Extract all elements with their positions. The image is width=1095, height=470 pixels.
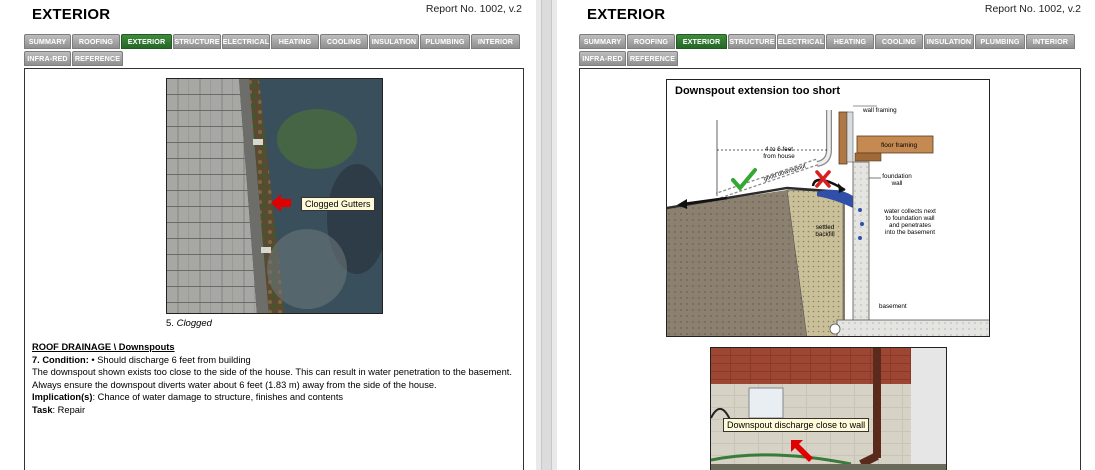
tab-roofing[interactable]: ROOFING	[627, 34, 675, 49]
label-settled-line2: backfill	[815, 231, 835, 238]
tab-cooling[interactable]: COOLING	[320, 34, 368, 49]
caption-text: Clogged	[176, 318, 212, 329]
implication-text: : Chance of water damage to structure, f…	[92, 392, 344, 403]
observation-block: ROOF DRAINAGE \ Downspouts 7. Condition:…	[32, 341, 512, 417]
condition-label: 7. Condition:	[32, 354, 89, 365]
report-number: Report No. 1002, v.2	[984, 3, 1081, 15]
photo-caption: 5. Clogged	[166, 318, 212, 329]
tab-infra-red[interactable]: INFRA-RED	[579, 51, 626, 66]
tab-electrical[interactable]: ELECTRICAL	[777, 34, 825, 49]
observation-heading: ROOF DRAINAGE \ Downspouts	[32, 342, 175, 352]
tab-reference[interactable]: REFERENCE	[72, 51, 123, 66]
caption-number: 5.	[166, 318, 174, 329]
tab-interior[interactable]: INTERIOR	[1026, 34, 1075, 49]
tab-heating[interactable]: HEATING	[271, 34, 319, 49]
label-distance-line2: from house	[763, 153, 795, 160]
photo-callout: Clogged Gutters	[301, 197, 375, 211]
section-title: EXTERIOR	[587, 6, 666, 23]
section-tabs: SUMMARY ROOFING EXTERIOR STRUCTURE ELECT…	[579, 34, 1079, 68]
tab-plumbing[interactable]: PLUMBING	[420, 34, 470, 49]
label-basement: basement	[879, 303, 907, 310]
label-foundation-line2: wall	[891, 180, 903, 187]
label-distance-line1: 4 to 6 feet	[764, 146, 793, 153]
report-number: Report No. 1002, v.2	[425, 3, 522, 15]
downspout-photo-image	[711, 348, 946, 470]
label-water-line4: into the basement	[884, 229, 936, 236]
tab-exterior[interactable]: EXTERIOR	[121, 34, 172, 49]
label-settled-line1: settled	[815, 224, 835, 231]
tab-reference[interactable]: REFERENCE	[627, 51, 678, 66]
viewer-canvas: EXTERIOR Report No. 1002, v.2 SUMMARY RO…	[0, 0, 1095, 470]
section-tabs: SUMMARY ROOFING EXTERIOR STRUCTURE ELECT…	[24, 34, 524, 68]
report-page-left: EXTERIOR Report No. 1002, v.2 SUMMARY RO…	[0, 0, 536, 470]
tab-infra-red[interactable]: INFRA-RED	[24, 51, 71, 66]
section-title: EXTERIOR	[32, 6, 111, 23]
tab-insulation[interactable]: INSULATION	[369, 34, 419, 49]
label-wall-framing: wall framing	[863, 107, 897, 114]
implication-line: Implication(s): Chance of water damage t…	[32, 391, 512, 404]
photo-callout: Downspout discharge close to wall	[723, 418, 870, 432]
label-distance: 4 to 6 feet from house	[759, 146, 799, 160]
tab-heating[interactable]: HEATING	[826, 34, 874, 49]
tab-summary[interactable]: SUMMARY	[579, 34, 626, 49]
tab-structure[interactable]: STRUCTURE	[173, 34, 221, 49]
page-gutter	[541, 0, 552, 470]
tab-plumbing[interactable]: PLUMBING	[975, 34, 1025, 49]
label-water-line3: and penetrates	[888, 222, 931, 229]
label-water-line1: water collects next	[884, 208, 936, 215]
downspout-diagram: Downspout extension too short wall frami…	[666, 79, 990, 337]
photo-downspout-wall: Downspout discharge close to wall	[710, 347, 947, 470]
label-foundation-line1: foundation	[882, 173, 912, 180]
label-water-collects: water collects next to foundation wall a…	[875, 208, 945, 236]
label-floor-framing: floor framing	[881, 142, 918, 149]
label-settled-backfill: settled backfill	[807, 224, 843, 238]
condition-text: • Should discharge 6 feet from building	[88, 354, 251, 365]
task-label: Task	[32, 404, 53, 415]
tab-electrical[interactable]: ELECTRICAL	[222, 34, 270, 49]
task-text: : Repair	[52, 404, 86, 415]
label-water-line2: to foundation wall	[885, 215, 935, 222]
tab-structure[interactable]: STRUCTURE	[728, 34, 776, 49]
tab-interior[interactable]: INTERIOR	[471, 34, 520, 49]
red-arrow-icon	[791, 440, 813, 462]
label-foundation-wall: foundation wall	[877, 173, 917, 187]
task-line: Task: Repair	[32, 404, 512, 417]
tab-insulation[interactable]: INSULATION	[924, 34, 974, 49]
tab-cooling[interactable]: COOLING	[875, 34, 923, 49]
observation-description: The downspout shown exists too close to …	[32, 367, 512, 390]
tab-summary[interactable]: SUMMARY	[24, 34, 71, 49]
photo-clogged-gutter: Clogged Gutters	[166, 78, 383, 314]
red-arrow-icon	[271, 194, 291, 212]
tab-exterior[interactable]: EXTERIOR	[676, 34, 727, 49]
condition-line: 7. Condition: • Should discharge 6 feet …	[32, 354, 512, 367]
tab-roofing[interactable]: ROOFING	[72, 34, 120, 49]
implication-label: Implication(s)	[32, 392, 93, 403]
